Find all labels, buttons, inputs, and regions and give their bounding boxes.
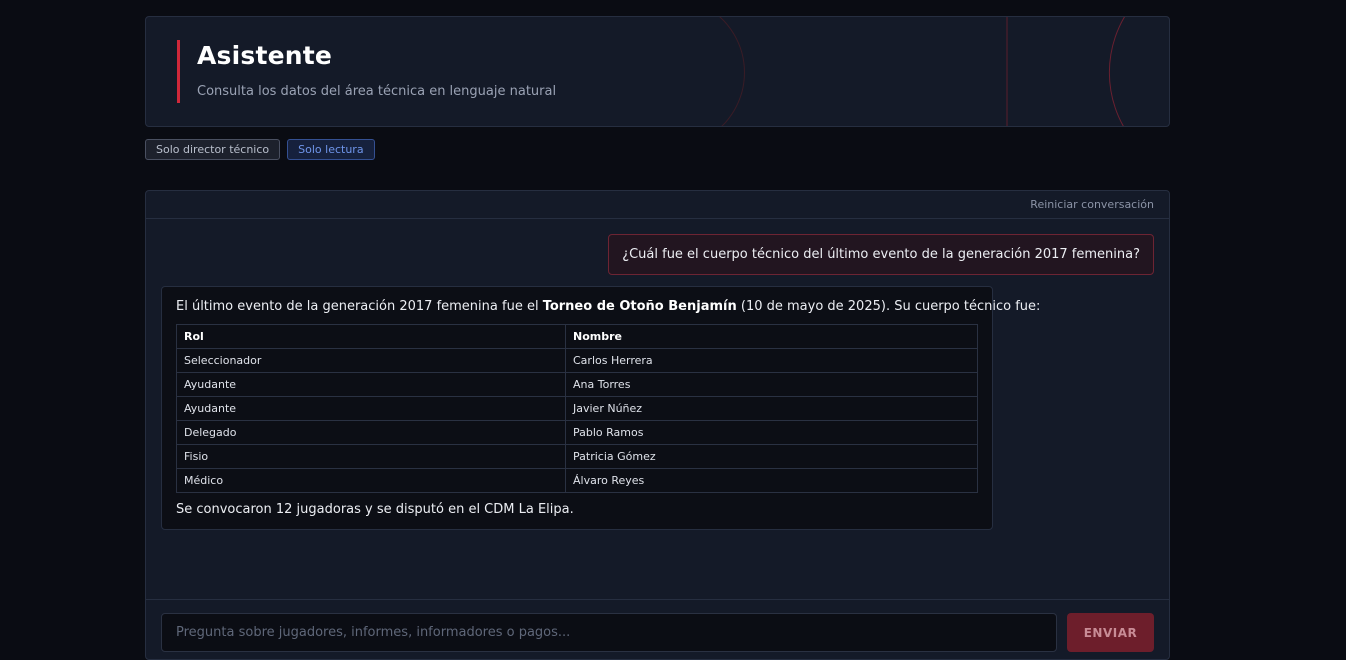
column-header-name: Nombre [565,324,978,349]
message-input[interactable] [161,613,1057,652]
chat-panel: Reiniciar conversación ¿Cuál fue el cuer… [145,190,1170,660]
assistant-outro: Se convocaron 12 jugadoras y se disputó … [176,502,574,517]
assistant-intro-text: El último evento de la generación 2017 f… [176,299,543,314]
badge-row: Solo director técnico Solo lectura [145,139,1170,160]
page: Asistente Consulta los datos del área té… [145,16,1170,660]
chat-header: Reiniciar conversación [146,191,1169,219]
event-name: Torneo de Otoño Benjamín [542,299,737,314]
table-row: Delegado Pablo Ramos [176,420,978,445]
cell-name: Ana Torres [565,372,978,397]
page-title: Asistente [197,41,333,70]
send-button[interactable]: ENVIAR [1067,613,1154,652]
read-only-badge: Solo lectura [287,139,375,160]
cell-name: Álvaro Reyes [565,468,978,493]
cell-name: Patricia Gómez [565,444,978,469]
header-decoration [719,17,1126,126]
table-header-row: Rol Nombre [176,324,978,349]
column-header-role: Rol [176,324,566,349]
cell-role: Ayudante [176,396,566,421]
cell-role: Fisio [176,444,566,469]
cell-name: Carlos Herrera [565,348,978,373]
cell-role: Ayudante [176,372,566,397]
cell-role: Seleccionador [176,348,566,373]
table-row: Médico Álvaro Reyes [176,468,978,493]
table-row: Seleccionador Carlos Herrera [176,348,978,373]
header-accent-bar [177,40,180,103]
cell-name: Javier Núñez [565,396,978,421]
message-composer: ENVIAR [146,599,1169,659]
cell-role: Delegado [176,420,566,445]
cell-role: Médico [176,468,566,493]
table-row: Ayudante Javier Núñez [176,396,978,421]
table-row: Ayudante Ana Torres [176,372,978,397]
assistant-message: El último evento de la generación 2017 f… [161,286,1040,530]
staff-table: Rol Nombre Seleccionador Carlos Herrera … [176,324,978,493]
assistant-intro-rest: (10 de mayo de 2025). Su cuerpo técnico … [736,299,1041,314]
user-message: ¿Cuál fue el cuerpo técnico del último e… [608,234,1154,275]
cell-name: Pablo Ramos [565,420,978,445]
reset-conversation-button[interactable]: Reiniciar conversación [1030,198,1154,211]
page-subtitle: Consulta los datos del área técnica en l… [197,84,557,99]
table-row: Fisio Patricia Gómez [176,444,978,469]
page-header: Asistente Consulta los datos del área té… [145,16,1170,127]
role-badge: Solo director técnico [145,139,281,160]
assistant-intro: El último evento de la generación 2017 f… [176,298,1040,316]
